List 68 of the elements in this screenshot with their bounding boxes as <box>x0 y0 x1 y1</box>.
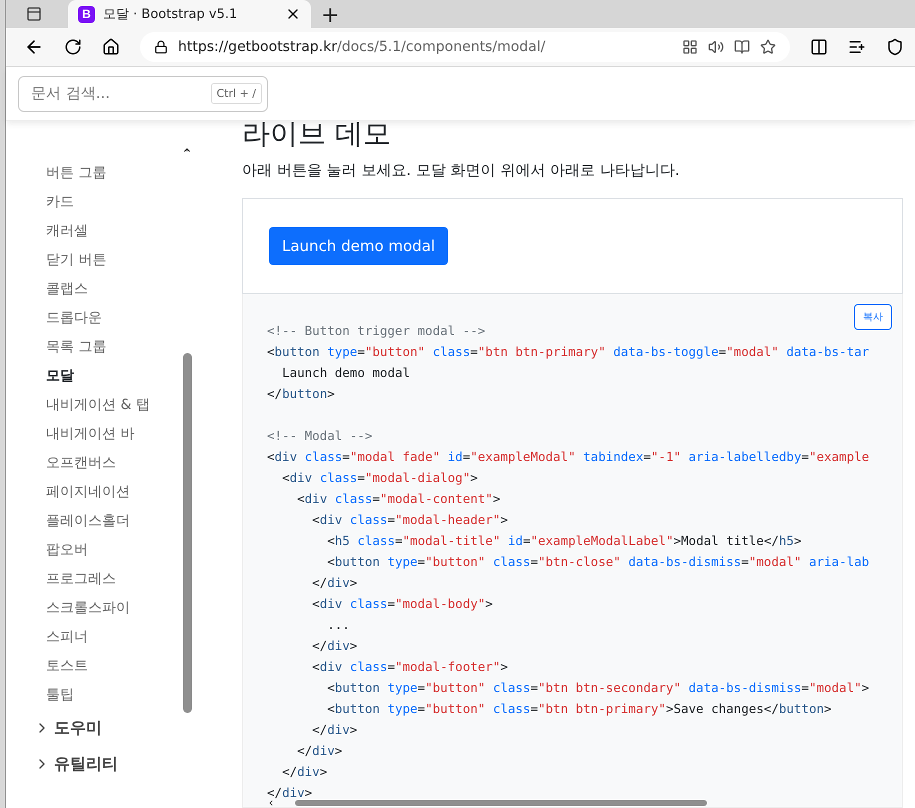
sidebar-item[interactable]: 프로그레스 <box>34 565 216 594</box>
section-label: 유틸리티 <box>54 754 118 774</box>
code-line: <div class="modal-body"> <box>311 595 494 613</box>
code-line: <div class="modal-footer"> <box>311 658 509 676</box>
search-placeholder: 문서 검색... <box>31 84 110 103</box>
copy-button[interactable]: 복사 <box>854 304 892 330</box>
code-line: <!-- Modal --> <box>267 427 374 445</box>
lead-text: 아래 버튼을 눌러 보세요. 모달 화면이 위에서 아래로 나타납니다. <box>242 161 681 180</box>
section-heading: 라이브 데모 <box>242 121 392 152</box>
sidebar-item[interactable]: 캐러셀 <box>34 217 216 246</box>
sidebar-item[interactable]: 콜랩스 <box>34 275 216 304</box>
code-line: <button type="button" class="btn btn-secondary" data-bs-dismiss="modal"> <box>326 679 870 697</box>
sidebar-item[interactable]: 드롭다운 <box>34 304 216 333</box>
sidebar-item[interactable]: 팝오버 <box>34 536 216 565</box>
new-tab-button[interactable]: + <box>315 4 346 28</box>
code-line: </div> <box>311 637 358 655</box>
sidebar-item[interactable]: 스크롤스파이 <box>34 594 216 623</box>
sidebar-item[interactable]: 스피너 <box>34 623 216 652</box>
code-line: </div> <box>281 763 328 781</box>
code-line: </div> <box>296 742 344 760</box>
code-line: <button type="button" class="btn-close" data-bs-dismiss="modal" aria-lab <box>326 553 870 571</box>
sidebar-item[interactable]: 목록 그룹 <box>34 333 216 362</box>
code-line: <div class="modal-dialog"> <box>281 469 479 487</box>
code-line: </div> <box>311 721 358 739</box>
code-line: <div class="modal fade" id="exampleModal" tabindex="-1" aria-labelledby="example <box>267 448 870 466</box>
sidebar-section[interactable]: 도우미 <box>34 710 216 746</box>
shortcut-hint: Ctrl + / <box>210 83 262 104</box>
sidebar-item[interactable]: 모달 <box>34 362 216 391</box>
url-text: https://getbootstrap.kr/docs/5.1/components/modal/ <box>178 39 546 55</box>
sidebar-item[interactable]: 툴팁 <box>34 681 216 710</box>
code-line: </button> <box>267 385 336 403</box>
sidebar-item[interactable]: 토스트 <box>34 652 216 681</box>
code-line: <div class="modal-header"> <box>311 511 509 529</box>
tab-title: 모달 · Bootstrap v5.1 <box>103 6 238 23</box>
sidebar-section[interactable]: 유틸리티 <box>34 746 216 782</box>
shield-icon[interactable] <box>886 38 904 56</box>
launch-demo-button[interactable]: Launch demo modal <box>269 227 448 265</box>
speaker-icon[interactable] <box>708 39 724 55</box>
search-field[interactable]: 문서 검색... Ctrl + / <box>18 76 268 112</box>
reload-icon[interactable] <box>64 38 82 56</box>
sidebar-item[interactable]: 닫기 버튼 <box>34 246 216 275</box>
scroll-left-icon[interactable] <box>267 799 275 807</box>
home-icon[interactable] <box>102 38 120 56</box>
sidebar-item[interactable]: 내비게이션 바 <box>34 420 216 449</box>
code-line: </div> <box>311 574 358 592</box>
sidebar-item[interactable]: 플레이스홀더 <box>34 507 216 536</box>
sidebar-item[interactable]: 버튼 그룹 <box>34 159 216 188</box>
split-screen-icon[interactable] <box>810 38 828 56</box>
section-label: 도우미 <box>54 718 102 738</box>
code-line: <button type="button" class="btn btn-primary">Save changes</button> <box>326 700 833 718</box>
code-line: <div class="modal-content"> <box>296 490 502 508</box>
code-line: <button type="button" class="btn btn-primary" data-bs-toggle="modal" data-bs-tar <box>267 343 870 361</box>
sidebar-item[interactable]: 내비게이션 & 탭 <box>34 391 216 420</box>
lock-icon <box>154 40 168 54</box>
address-bar[interactable]: https://getbootstrap.kr/docs/5.1/components/modal/ <box>140 32 790 62</box>
code-line: Launch demo modal <box>281 364 412 382</box>
grid-icon[interactable] <box>682 39 698 55</box>
sidebar-item[interactable]: 오프캔버스 <box>34 449 216 478</box>
code-line: <h5 class="modal-title" id="exampleModalLabel">Modal title</h5> <box>326 532 802 550</box>
sidebar-item[interactable]: 페이지네이션 <box>34 478 216 507</box>
bootstrap-logo: B <box>78 6 95 22</box>
star-icon[interactable] <box>760 39 776 55</box>
code-line: ... <box>326 616 351 634</box>
book-icon[interactable] <box>734 39 750 55</box>
code-line: </div> <box>267 784 314 802</box>
sidebar-item[interactable]: 카드 <box>34 188 216 217</box>
code-line: <!-- Button trigger modal --> <box>267 322 486 340</box>
browser-tab[interactable]: B 모달 · Bootstrap v5.1 <box>68 0 311 28</box>
